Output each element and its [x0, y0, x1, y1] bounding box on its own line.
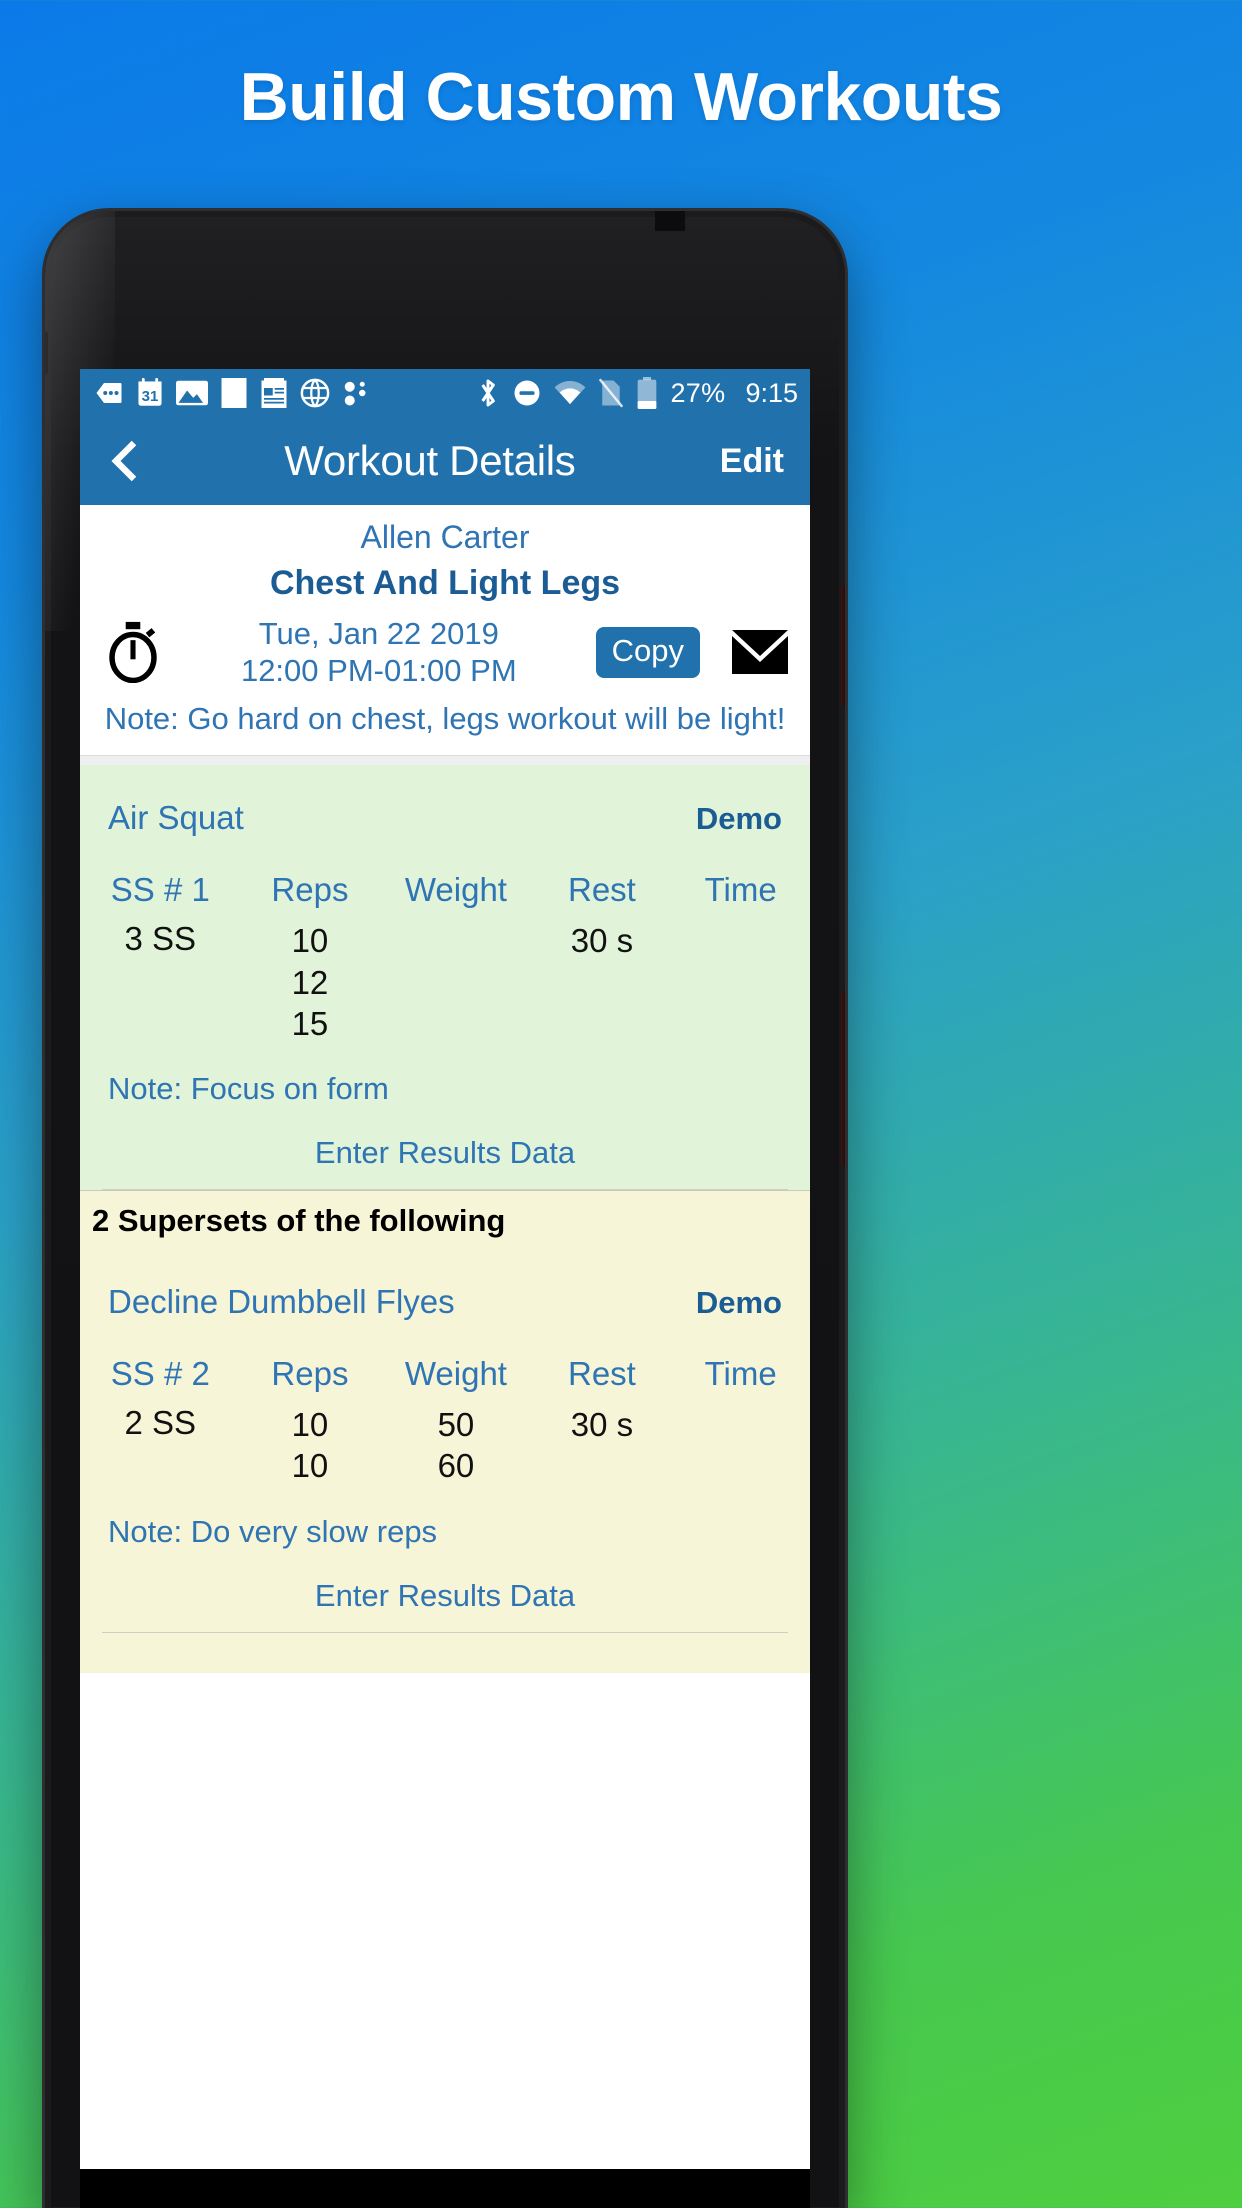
- power-button[interactable]: [841, 586, 845, 706]
- exercise-block: Air Squat Demo SS # 1 Reps Weight Rest T…: [80, 765, 810, 1191]
- phone-screen: 31 27% 9:15 Workout Details Edit Allen C…: [80, 369, 810, 2169]
- table-row: 3 SS 10 12 15 30 s: [80, 919, 810, 1045]
- superset-band-label: 2 Supersets of the following: [80, 1190, 810, 1250]
- status-bar: 31 27% 9:15: [80, 369, 810, 417]
- cell-rest: 30 s: [570, 922, 634, 960]
- bezel-notch: [655, 211, 685, 231]
- section-divider: [80, 755, 810, 766]
- stopwatch-icon: [109, 622, 157, 684]
- column-header-reps: Reps: [271, 871, 349, 909]
- demo-link[interactable]: Demo: [696, 1285, 782, 1321]
- workout-name: Chest And Light Legs: [269, 564, 621, 602]
- battery-icon: [638, 377, 657, 409]
- column-header-time: Time: [704, 1355, 777, 1393]
- blank-note-icon: [221, 378, 247, 408]
- workout-date: Tue, Jan 22 2019: [258, 616, 499, 651]
- app-navbar: Workout Details Edit: [80, 417, 810, 505]
- cell-time: [671, 1403, 810, 1488]
- exercise-header: Air Squat Demo: [80, 765, 810, 867]
- cell-time: [671, 919, 810, 1045]
- enter-results-button[interactable]: Enter Results Data: [102, 1556, 788, 1633]
- column-header-weight: Weight: [404, 871, 507, 909]
- table-header-row: SS # 2 Reps Weight Rest Time: [80, 1351, 810, 1403]
- table-row: 2 SS 10 10 50 60 30 s: [80, 1403, 810, 1488]
- volume-button[interactable]: [841, 991, 845, 1166]
- sets-table: SS # 2 Reps Weight Rest Time 2 SS 10 10 5…: [80, 1351, 810, 1488]
- notepad-icon: [261, 378, 287, 408]
- column-header-set: SS # 2: [110, 1355, 210, 1393]
- svg-text:31: 31: [142, 388, 159, 405]
- envelope-icon[interactable]: [732, 630, 788, 675]
- exercise-name[interactable]: Decline Dumbbell Flyes: [108, 1283, 455, 1321]
- bluetooth-icon: [481, 379, 496, 407]
- enter-results-button[interactable]: Enter Results Data: [102, 1113, 788, 1191]
- column-header-rest: Rest: [567, 1355, 636, 1393]
- globe-icon: [300, 378, 330, 408]
- battery-percent-label: 27%: [670, 377, 726, 408]
- screen-bottom-filler: [80, 2169, 810, 2208]
- column-header-time: Time: [704, 871, 777, 909]
- do-not-disturb-icon: [514, 380, 540, 406]
- sim-off-icon: [599, 378, 624, 408]
- photo-icon: [176, 380, 208, 406]
- copy-button[interactable]: Copy: [595, 626, 700, 678]
- workout-time-range: 12:00 PM-01:00 PM: [240, 653, 517, 689]
- cell-weight: [379, 919, 532, 1045]
- cell-reps: 10 12 15: [291, 922, 329, 1042]
- wifi-icon: [555, 381, 586, 405]
- cell-weight: 50 60: [437, 1406, 475, 1485]
- demo-link[interactable]: Demo: [696, 801, 782, 837]
- column-header-rest: Rest: [567, 871, 636, 909]
- exercise-note: Note: Do very slow reps: [108, 1513, 438, 1549]
- table-header-row: SS # 1 Reps Weight Rest Time: [80, 867, 810, 919]
- more-messages-icon: [96, 383, 122, 403]
- workout-datetime: Tue, Jan 22 2019 12:00 PM-01:00 PM: [174, 615, 584, 689]
- workout-schedule-row: Tue, Jan 22 2019 12:00 PM-01:00 PM Copy: [80, 613, 810, 695]
- workout-note: Note: Go hard on chest, legs workout wil…: [104, 701, 786, 737]
- clock-label: 9:15: [745, 377, 798, 408]
- cell-reps: 10 10: [291, 1406, 329, 1485]
- exercise-header: Decline Dumbbell Flyes Demo: [80, 1249, 810, 1351]
- client-name: Allen Carter: [360, 519, 530, 555]
- block-tail-spacer: [80, 1633, 810, 1673]
- status-bar-left-icons: 31: [94, 378, 476, 408]
- navbar-title: Workout Details: [284, 437, 576, 484]
- cell-set-count: 3 SS: [124, 920, 197, 958]
- dots-icon: [344, 381, 366, 406]
- exercise-block: Decline Dumbbell Flyes Demo SS # 2 Reps …: [80, 1249, 810, 1673]
- exercise-name[interactable]: Air Squat: [108, 799, 244, 837]
- exercise-note: Note: Focus on form: [108, 1071, 389, 1107]
- status-bar-right-icons: 27% 9:15: [476, 377, 798, 409]
- column-header-set: SS # 1: [110, 871, 210, 909]
- page-title: Build Custom Workouts: [239, 59, 1003, 135]
- phone-mockup: 31 27% 9:15 Workout Details Edit Allen C…: [45, 211, 845, 2208]
- cell-set-count: 2 SS: [124, 1404, 197, 1442]
- edit-button[interactable]: Edit: [720, 442, 784, 481]
- sets-table: SS # 1 Reps Weight Rest Time 3 SS 10 12 15…: [80, 867, 810, 1045]
- side-nub: [45, 331, 48, 375]
- calendar-31-icon: 31: [138, 378, 162, 406]
- column-header-reps: Reps: [271, 1355, 349, 1393]
- cell-rest: 30 s: [570, 1406, 634, 1444]
- workout-info-card: Allen Carter Chest And Light Legs Tue, J…: [80, 505, 810, 756]
- column-header-weight: Weight: [404, 1355, 507, 1393]
